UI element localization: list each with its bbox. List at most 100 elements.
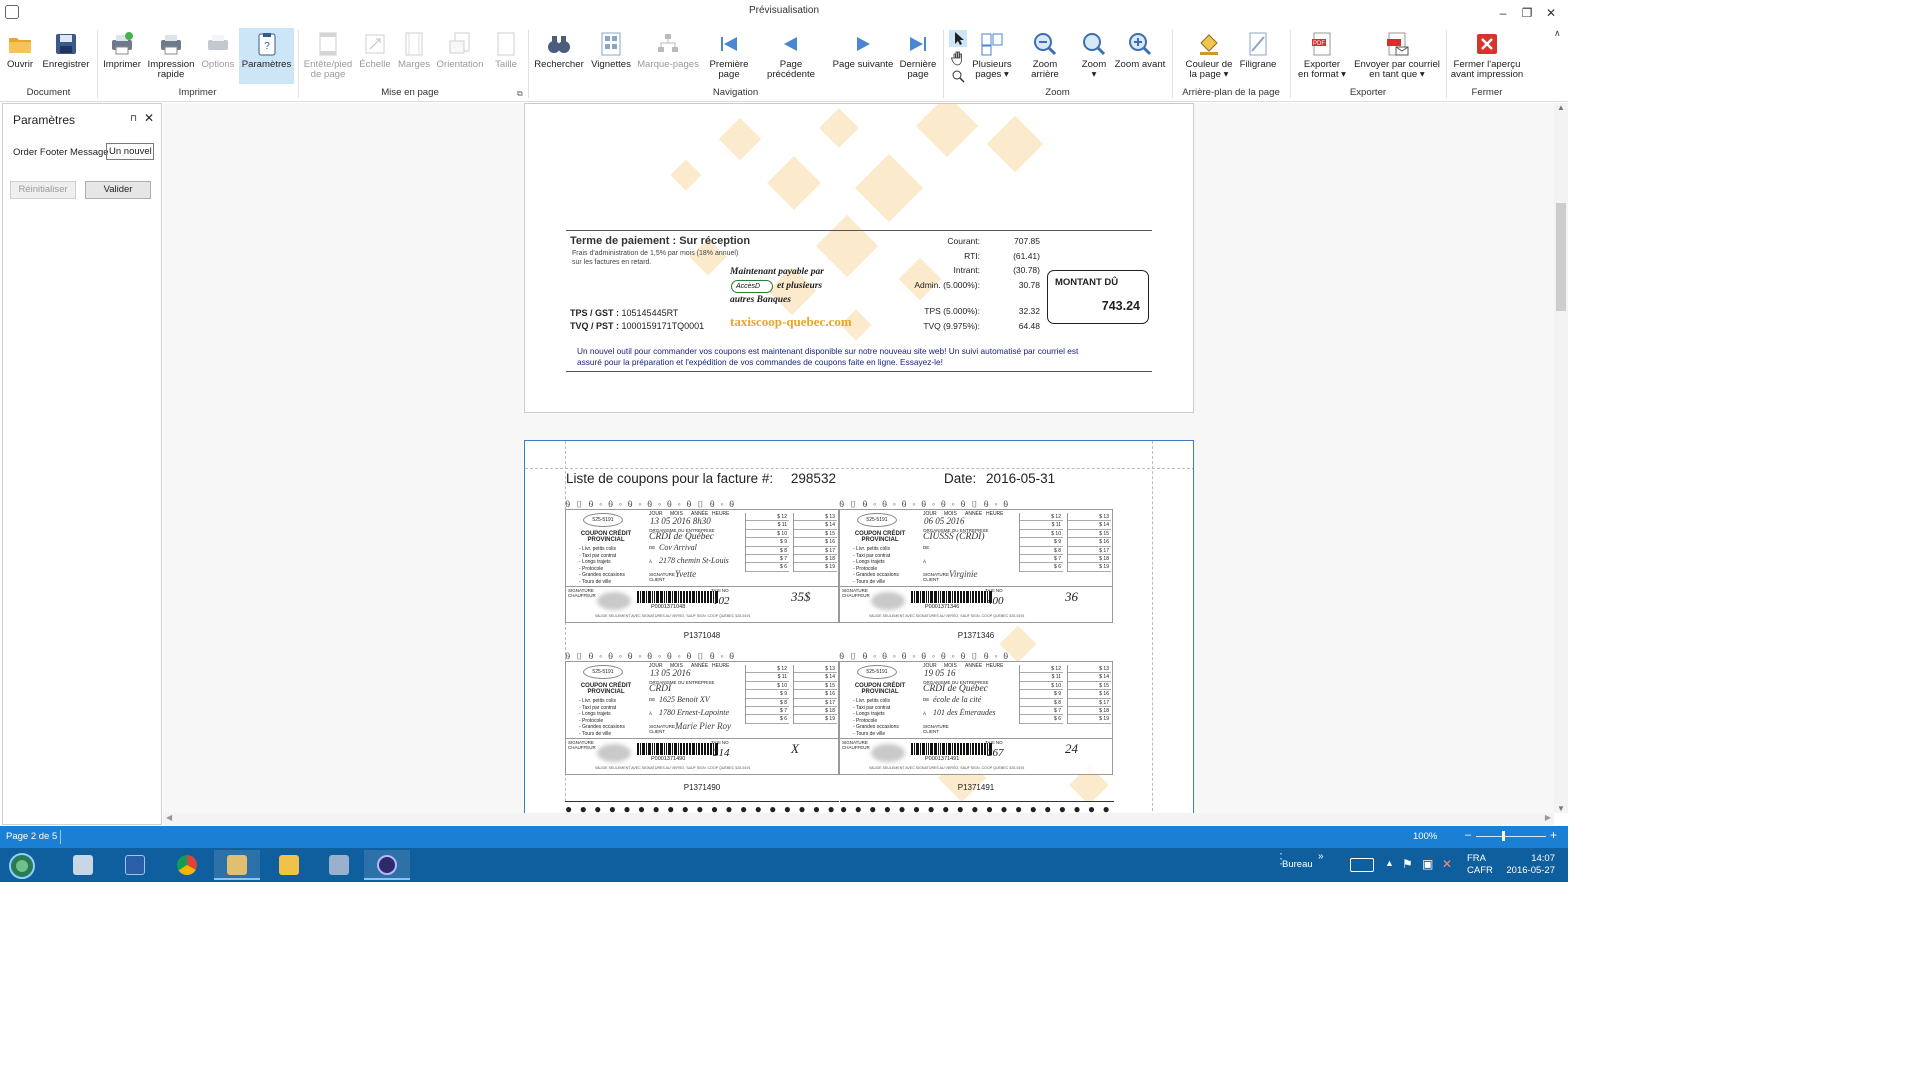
coupon-amount-cell: $ 17 [1068,699,1111,707]
coupon-amount-cell: $ 10 [1020,530,1063,539]
scroll-left-icon[interactable]: ◀ [166,813,172,822]
zoom-plus-icon[interactable]: + [1550,828,1557,842]
taskbar-server-manager[interactable] [60,850,106,880]
submit-button[interactable]: Valider [85,181,151,199]
coupon-service: - Tours de ville [579,730,612,737]
coupon-org-handwritten: CRDI [649,684,672,694]
header-footer-button[interactable]: Entête/pied de page [302,28,354,86]
tps-label: TPS / GST : [570,308,620,318]
parameters-label: Paramètres [241,59,292,70]
hand-tool-button[interactable] [949,49,967,66]
coupon-from-label: DE [923,697,930,702]
footer-message-input[interactable]: Un nouvel [106,143,154,160]
coupon-amount-cell: $ 6 [1020,715,1063,724]
scale-button[interactable]: Échelle [357,28,393,86]
clock[interactable]: 14:07 2016-05-27 [1505,853,1555,887]
parameters-button[interactable]: ? Paramètres [239,28,294,84]
margins-button[interactable]: Marges [396,28,432,86]
previous-page-label: Page précédente [766,59,815,80]
open-button[interactable]: Ouvrir [3,28,37,86]
search-button[interactable]: Rechercher [532,28,586,86]
coupon-from-handwritten: école de la cité [933,695,982,704]
coupon-amount-cell: $ 6 [746,715,789,724]
next-coupon-strip: ● ● ● ● ● ● ● ● ● ● ● ● ● ● ● ● ● ● ● [565,801,839,813]
magnifier-tool-button[interactable] [949,68,967,85]
taskbar-chrome[interactable] [164,850,210,880]
reset-button[interactable]: Réinitialiser [10,181,76,199]
horizontal-scrollbar[interactable]: ◀ ▶ [163,813,1554,825]
start-orb-button[interactable] [0,850,46,880]
coupon-amount-cell: $ 15 [794,530,837,539]
taskbar-network-app[interactable] [316,850,362,880]
pin-icon[interactable]: ⊓ [130,113,137,124]
desktop-toolbar-label[interactable]: Bureau [1282,859,1313,893]
coupon-amount-cell: $ 12 [746,665,789,674]
scroll-up-icon[interactable]: ▲ [1557,103,1565,112]
close-preview-button[interactable]: Fermer l'aperçu avant impression [1450,28,1524,86]
coupon-validity: VALIDE SEULEMENT AVEC SIGNATURES AU VERS… [595,614,751,618]
coupon-phone: 525-5191 [857,513,897,527]
next-page-button[interactable]: Page suivante [831,28,895,86]
zoom-minus-icon[interactable]: – [1465,829,1471,841]
previous-page-button[interactable]: Page précédente [755,28,827,86]
network-icon[interactable]: ▣ [1422,857,1433,891]
totals-label: Admin. (5.000%): [914,279,980,290]
panel-close-icon[interactable]: ✕ [144,111,154,125]
watermark-button[interactable]: Filigrane [1237,28,1279,86]
minimize-button[interactable]: – [1492,3,1514,23]
export-format-button[interactable]: PDF Exporter en format ▾ [1294,28,1350,86]
vertical-scrollbar[interactable]: ▲ ▼ [1554,103,1568,813]
tvq-label: TVQ / PST : [570,321,620,331]
zoom-button[interactable]: Zoom ▾ [1076,28,1112,86]
zoom-out-button[interactable]: Zoom arrière [1018,28,1072,86]
orientation-button[interactable]: Orientation [435,28,485,86]
pointer-tool-button[interactable] [949,30,967,47]
document-viewer[interactable]: Terme de paiement : Sur réception Frais … [163,103,1554,813]
coupon-date-handwritten: 13 05 2016 [650,668,691,678]
group-label-print: Imprimer [178,87,217,98]
coupon-card: ⍬ ▯ ⍬ ◦ ⍬ ◦ ⍬ ◦ ⍬ ◦ ⍬ ◦ ⍬ ▯ ⍬ ◦ ⍬ 525-519… [839,499,1113,645]
print-button[interactable]: Imprimer [101,28,143,86]
toolbar-expand-icon[interactable]: » [1318,851,1324,885]
group-label-zoom: Zoom [1045,87,1070,98]
close-button[interactable]: ✕ [1540,3,1562,23]
email-send-button[interactable]: Envoyer par courriel en tant que ▾ [1354,28,1440,86]
volume-muted-icon[interactable]: ✕ [1442,857,1452,891]
last-page-button[interactable]: Dernière page [897,28,939,86]
coupon-card: ⍬ ▯ ⍬ ◦ ⍬ ◦ ⍬ ◦ ⍬ ◦ ⍬ ◦ ⍬ ▯ ⍬ ◦ ⍬ 525-519… [565,499,839,645]
coupon-client-signature-label: SIGNATURE CLIENT [923,572,949,582]
coupon-client-signature-label: SIGNATURE CLIENT [649,724,675,734]
options-label: Options [201,59,235,70]
magnifier-small-icon [952,70,965,83]
language-indicator[interactable]: FRA CAFR [1467,853,1493,887]
zoom-slider-thumb[interactable] [1502,831,1505,841]
keyboard-icon[interactable] [1350,858,1374,872]
restore-button[interactable]: ❐ [1516,3,1538,23]
taskbar-powershell[interactable] [112,850,158,880]
coupon-service: - Tours de ville [853,578,886,585]
taskbar-eclipse-app[interactable] [364,850,410,880]
zoom-slider-track[interactable] [1476,836,1546,837]
tray-overflow-icon[interactable]: ▲ [1385,858,1394,892]
coupon-amount-cell: $ 8 [1020,699,1063,707]
page-color-button[interactable]: Couleur de la page ▾ [1184,28,1234,86]
flag-icon[interactable]: ⚑ [1402,857,1413,891]
footer-line-2: assuré pour la préparation et l'expéditi… [577,357,943,367]
options-button[interactable]: Options [199,28,237,86]
scroll-down-icon[interactable]: ▼ [1557,804,1565,813]
thumbnails-button[interactable]: Vignettes [589,28,633,86]
quick-print-button[interactable]: Impression rapide [146,28,196,86]
multiple-pages-button[interactable]: Plusieurs pages ▾ [970,28,1014,86]
zoom-in-button[interactable]: Zoom avant [1114,28,1166,86]
size-button[interactable]: Taille [488,28,524,86]
taskbar-file-explorer[interactable] [266,850,312,880]
ribbon-collapse-icon[interactable]: ∧ [1554,28,1561,39]
first-page-button[interactable]: Première page [706,28,752,86]
bookmarks-button[interactable]: Marque-pages [636,28,700,86]
save-button[interactable]: Enregistrer [40,28,92,86]
scroll-thumb[interactable] [1556,203,1566,311]
taskbar-tools[interactable] [214,850,260,880]
scroll-right-icon[interactable]: ▶ [1545,813,1551,822]
dialog-launcher-icon[interactable]: ⧉ [517,89,523,99]
zoom-level[interactable]: 100% [1413,831,1437,842]
